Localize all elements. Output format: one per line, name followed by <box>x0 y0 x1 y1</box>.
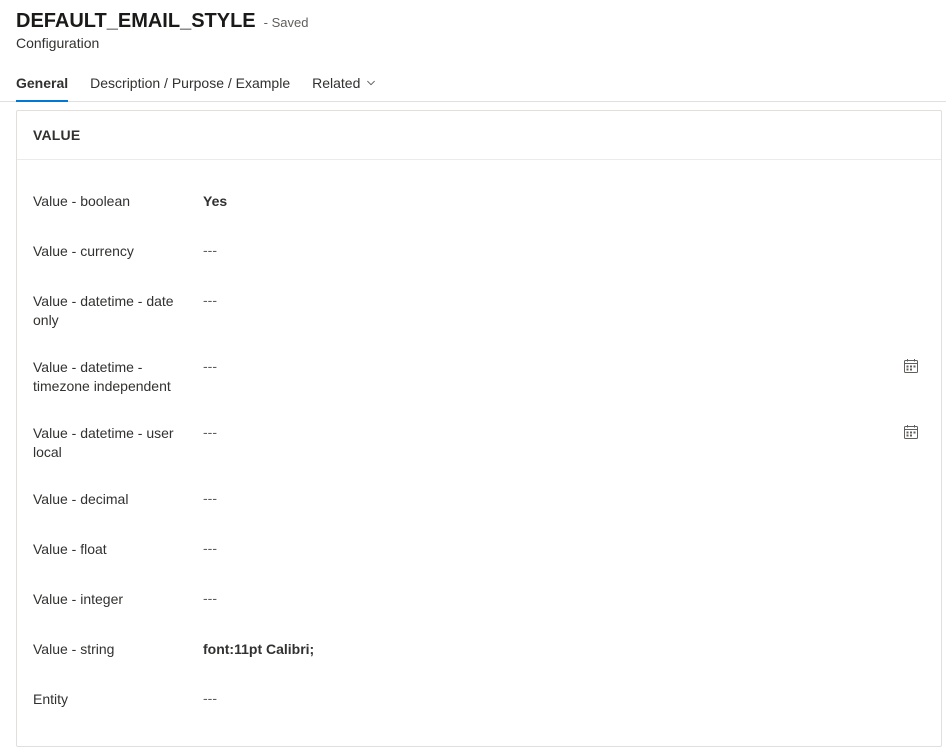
record-title: DEFAULT_EMAIL_STYLE <box>16 10 256 33</box>
tab-related-label: Related <box>312 75 360 91</box>
field-label: Value - decimal <box>33 490 203 509</box>
field-placeholder: --- <box>203 424 217 440</box>
field-control[interactable]: --- <box>203 242 925 258</box>
field-row: Value - float--- <box>33 526 925 576</box>
field-control[interactable]: --- <box>203 358 925 374</box>
field-row: Value - decimal--- <box>33 476 925 526</box>
tab-general-label: General <box>16 75 68 91</box>
field-row: Entity--- <box>33 676 925 726</box>
field-control[interactable]: --- <box>203 590 925 606</box>
field-label: Entity <box>33 690 203 709</box>
calendar-icon[interactable] <box>903 358 919 374</box>
field-control[interactable]: --- <box>203 424 925 440</box>
field-label: Value - datetime - user local <box>33 424 203 462</box>
field-placeholder: --- <box>203 540 217 556</box>
form-tabs: General Description / Purpose / Example … <box>0 57 946 102</box>
field-placeholder: --- <box>203 490 217 506</box>
save-status: - Saved <box>264 15 309 30</box>
field-row: Value - datetime - date only--- <box>33 278 925 344</box>
field-placeholder: --- <box>203 590 217 606</box>
field-row: Value - datetime - user local--- <box>33 410 925 476</box>
field-label: Value - datetime - date only <box>33 292 203 330</box>
field-placeholder: --- <box>203 292 217 308</box>
field-row: Value - currency--- <box>33 228 925 278</box>
tab-description[interactable]: Description / Purpose / Example <box>90 75 290 101</box>
field-label: Value - integer <box>33 590 203 609</box>
value-section-body: Value - booleanYesValue - currency---Val… <box>17 160 941 746</box>
field-label: Value - float <box>33 540 203 559</box>
field-label: Value - currency <box>33 242 203 261</box>
field-label: Value - datetime - timezone independent <box>33 358 203 396</box>
calendar-icon[interactable] <box>903 424 919 440</box>
tab-description-label: Description / Purpose / Example <box>90 75 290 91</box>
field-control[interactable]: --- <box>203 540 925 556</box>
field-control[interactable]: Yes <box>203 192 925 211</box>
field-control[interactable]: --- <box>203 690 925 706</box>
tab-related[interactable]: Related <box>312 75 376 101</box>
record-header: DEFAULT_EMAIL_STYLE - Saved Configuratio… <box>0 0 946 57</box>
field-control[interactable]: font:11pt Calibri; <box>203 640 925 659</box>
field-control[interactable]: --- <box>203 292 925 308</box>
field-label: Value - boolean <box>33 192 203 211</box>
field-placeholder: --- <box>203 242 217 258</box>
tab-general[interactable]: General <box>16 75 68 101</box>
chevron-down-icon <box>366 78 376 88</box>
field-label: Value - string <box>33 640 203 659</box>
field-row: Value - booleanYes <box>33 178 925 228</box>
value-section-header: VALUE <box>17 111 941 160</box>
entity-type-label: Configuration <box>16 35 930 51</box>
field-placeholder: --- <box>203 358 217 374</box>
value-section: VALUE Value - booleanYesValue - currency… <box>16 110 942 747</box>
value-section-title: VALUE <box>33 127 925 143</box>
field-placeholder: --- <box>203 690 217 706</box>
field-row: Value - integer--- <box>33 576 925 626</box>
field-value: font:11pt Calibri; <box>203 640 314 659</box>
field-row: Value - stringfont:11pt Calibri; <box>33 626 925 676</box>
field-control[interactable]: --- <box>203 490 925 506</box>
field-row: Value - datetime - timezone independent-… <box>33 344 925 410</box>
field-value: Yes <box>203 192 227 211</box>
